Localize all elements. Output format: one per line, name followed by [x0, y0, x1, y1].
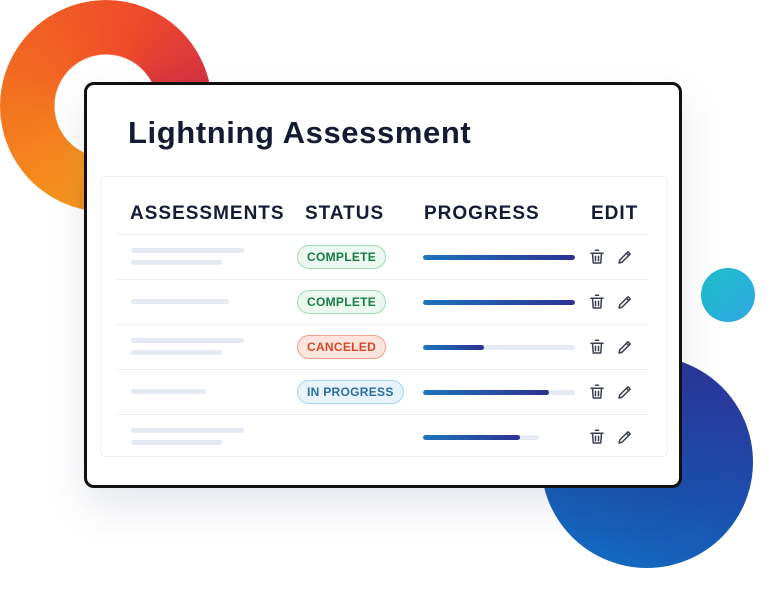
status-badge: COMPLETE — [297, 290, 387, 314]
progress-fill — [423, 255, 575, 260]
table-row: COMPLETE — [115, 234, 648, 280]
trash-icon[interactable] — [588, 293, 606, 311]
trash-icon[interactable] — [588, 338, 606, 356]
pencil-icon[interactable] — [616, 293, 634, 311]
pencil-icon[interactable] — [616, 338, 634, 356]
progress-bar — [423, 255, 575, 260]
progress-fill — [423, 435, 521, 440]
placeholder-text-line — [131, 350, 222, 355]
trash-icon[interactable] — [588, 383, 606, 401]
trash-icon[interactable] — [588, 248, 606, 266]
table-row: CANCELED — [115, 324, 648, 370]
pencil-icon[interactable] — [616, 383, 634, 401]
assessment-table: ASSESSMENTS STATUS PROGRESS EDIT COMPLET… — [100, 176, 668, 457]
placeholder-text-line — [131, 428, 244, 433]
table-row: IN PROGRESS — [115, 369, 648, 415]
placeholder-text-line — [131, 338, 244, 343]
card-title: Lightning Assessment — [128, 115, 472, 150]
placeholder-text-line — [131, 299, 229, 304]
placeholder-text-line — [131, 440, 222, 445]
status-badge: COMPLETE — [297, 245, 387, 269]
status-badge: IN PROGRESS — [297, 380, 404, 404]
progress-bar — [423, 390, 575, 395]
table-row: COMPLETE — [115, 279, 648, 325]
column-header-edit: EDIT — [591, 203, 639, 224]
status-badge: CANCELED — [297, 335, 387, 359]
column-header-status: STATUS — [305, 203, 385, 224]
progress-bar — [423, 435, 539, 440]
decorative-teal-circle — [701, 268, 755, 322]
placeholder-text-line — [131, 260, 222, 265]
placeholder-text-line — [131, 248, 244, 253]
progress-bar — [423, 300, 575, 305]
placeholder-text-line — [131, 389, 206, 394]
progress-fill — [423, 300, 575, 305]
pencil-icon[interactable] — [616, 248, 634, 266]
assessment-card: Lightning Assessment ASSESSMENTS STATUS … — [84, 82, 682, 488]
progress-fill — [423, 390, 550, 395]
column-header-assessments: ASSESSMENTS — [130, 203, 285, 224]
column-header-progress: PROGRESS — [424, 203, 540, 224]
pencil-icon[interactable] — [616, 428, 634, 446]
progress-fill — [423, 345, 484, 350]
trash-icon[interactable] — [588, 428, 606, 446]
progress-bar — [423, 345, 575, 350]
table-row — [115, 414, 648, 460]
